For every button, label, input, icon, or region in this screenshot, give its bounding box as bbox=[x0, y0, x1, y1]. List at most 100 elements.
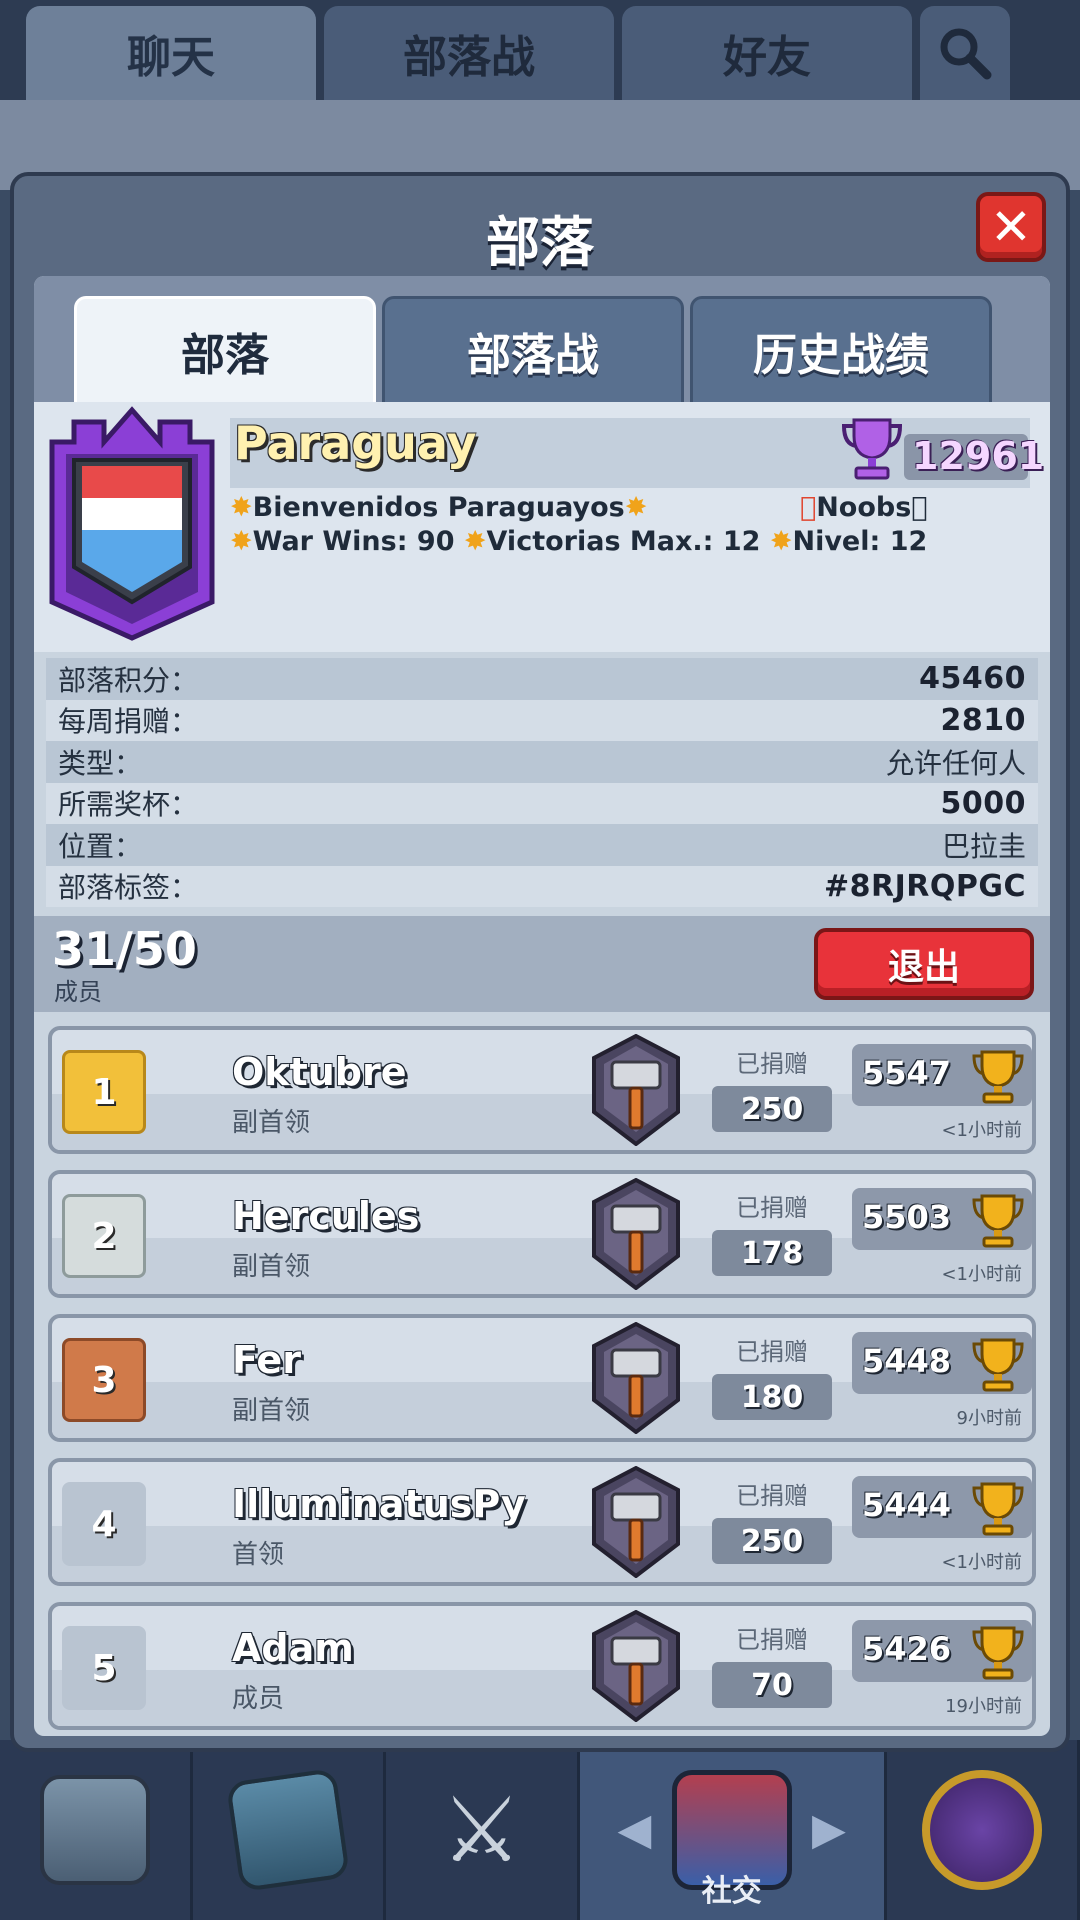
member-row-4[interactable]: 4 IlluminatusPy 首领 已捐赠 250 5444 <1小时前 bbox=[48, 1458, 1036, 1586]
nav-cards[interactable] bbox=[193, 1740, 387, 1920]
member-last-seen: 19小时前 bbox=[945, 1696, 1022, 1717]
member-trophies: 5448 bbox=[862, 1342, 952, 1380]
trophy-icon bbox=[972, 1050, 1024, 1104]
stat-value: 45460 bbox=[919, 661, 1026, 697]
member-trophies: 5426 bbox=[862, 1630, 952, 1668]
clan-stats: 部落积分： 45460 每周捐赠： 2810 类型： 允许任何人 所需奖杯： 5… bbox=[46, 658, 1038, 907]
stat-label: 部落积分： bbox=[58, 663, 199, 697]
stat-row-required-trophies: 所需奖杯： 5000 bbox=[46, 782, 1038, 824]
star-icon: ✸ bbox=[463, 526, 487, 557]
member-name: IlluminatusPy bbox=[232, 1482, 526, 1526]
clan-desc-war-wins: War Wins: 90 bbox=[252, 526, 455, 557]
member-row-2[interactable]: 2 Hercules 副首领 已捐赠 178 5503 <1小时前 bbox=[48, 1170, 1036, 1298]
stat-label: 所需奖杯： bbox=[58, 788, 199, 822]
trophy-icon bbox=[842, 418, 902, 480]
tab-friends[interactable]: 好友 bbox=[622, 6, 912, 100]
prohibited-icon: ⃠ bbox=[800, 492, 817, 523]
tab-clan-war-inner[interactable]: 部落战 bbox=[382, 296, 684, 402]
crossed-swords-icon: ⚔ bbox=[441, 1777, 522, 1883]
donated-count: 70 bbox=[712, 1662, 832, 1708]
nav-social[interactable]: ◀ ▶ 社交 bbox=[579, 1740, 887, 1920]
hammer-icon bbox=[592, 1610, 680, 1722]
donated-count: 250 bbox=[712, 1086, 832, 1132]
clan-name: Paraguay bbox=[234, 416, 477, 470]
member-rank: 4 bbox=[62, 1482, 146, 1566]
member-rank: 1 bbox=[62, 1050, 146, 1134]
member-role: 首领 bbox=[232, 1540, 285, 1570]
stat-value: 2810 bbox=[940, 702, 1026, 738]
hammer-icon bbox=[592, 1034, 680, 1146]
stat-value: 允许任何人 bbox=[885, 746, 1026, 780]
clan-trophy-count: 12961 bbox=[912, 434, 1045, 478]
arrow-right-icon[interactable]: ▶ bbox=[812, 1804, 846, 1855]
member-row-5[interactable]: 5 Adam 成员 已捐赠 70 5426 19小时前 bbox=[48, 1602, 1036, 1730]
close-icon: ✕ bbox=[990, 198, 1032, 256]
member-name: Hercules bbox=[232, 1194, 420, 1238]
nav-shop[interactable] bbox=[0, 1740, 194, 1920]
clan-description-line-1: ✸Bienvenidos Paraguayos✸ ⃠Noobs⃠ bbox=[230, 492, 1030, 523]
member-row-3[interactable]: 3 Fer 副首领 已捐赠 180 5448 9小时前 bbox=[48, 1314, 1036, 1442]
search-button[interactable] bbox=[920, 6, 1010, 100]
leave-clan-button[interactable]: 退出 bbox=[814, 928, 1034, 1000]
member-role: 成员 bbox=[232, 1684, 285, 1714]
donated-label: 已捐赠 bbox=[736, 1338, 808, 1366]
stat-value: 巴拉圭 bbox=[941, 829, 1026, 863]
stat-label: 每周捐赠： bbox=[58, 705, 199, 739]
modal-content: 部落 部落战 历史战绩 Paraguay 12961 ✸Bienvenidos … bbox=[34, 276, 1050, 1736]
donated-count: 250 bbox=[712, 1518, 832, 1564]
stat-label: 位置： bbox=[58, 829, 143, 863]
donated-label: 已捐赠 bbox=[736, 1482, 808, 1510]
member-trophies: 5547 bbox=[862, 1054, 952, 1092]
clan-desc-noobs: Noobs bbox=[816, 492, 928, 523]
stat-row-weekly-donations: 每周捐赠： 2810 bbox=[46, 699, 1038, 741]
chest-icon bbox=[40, 1775, 151, 1885]
tab-clan-info[interactable]: 部落 bbox=[74, 296, 376, 402]
star-icon: ✸ bbox=[230, 526, 253, 557]
clan-description-line-2: ✸War Wins: 90 ✸Victorias Max.: 12 ✸Nivel… bbox=[230, 526, 927, 557]
clan-badge-icon bbox=[49, 406, 215, 641]
hammer-icon bbox=[592, 1178, 680, 1290]
member-last-seen: <1小时前 bbox=[941, 1552, 1022, 1573]
clan-desc-victorias: Victorias Max.: 12 bbox=[486, 526, 761, 557]
tab-war-history[interactable]: 历史战绩 bbox=[690, 296, 992, 402]
close-button[interactable]: ✕ bbox=[976, 192, 1046, 262]
hammer-icon bbox=[592, 1466, 680, 1578]
stat-row-type: 类型： 允许任何人 bbox=[46, 741, 1038, 783]
clan-tabs: 部落 部落战 历史战绩 bbox=[34, 276, 1050, 402]
nav-battle[interactable]: ⚔ bbox=[386, 1740, 580, 1920]
member-row-1[interactable]: 1 Oktubre 副首领 已捐赠 250 5547 <1小时前 bbox=[48, 1026, 1036, 1154]
modal-title: 部落 bbox=[486, 211, 594, 274]
stat-value[interactable]: #8RJRQPGC bbox=[824, 869, 1026, 904]
tab-clan-war[interactable]: 部落战 bbox=[324, 6, 614, 100]
member-role: 副首领 bbox=[232, 1108, 311, 1138]
stat-row-clan-score: 部落积分： 45460 bbox=[46, 658, 1038, 700]
nav-events[interactable] bbox=[887, 1740, 1080, 1920]
member-rank: 3 bbox=[62, 1338, 146, 1422]
member-role: 副首领 bbox=[232, 1252, 311, 1282]
trophy-icon bbox=[972, 1338, 1024, 1392]
member-rank: 2 bbox=[62, 1194, 146, 1278]
search-icon bbox=[940, 28, 992, 80]
stat-value: 5000 bbox=[940, 785, 1026, 821]
member-role: 副首领 bbox=[232, 1396, 311, 1426]
clan-header: Paraguay 12961 ✸Bienvenidos Paraguayos✸ … bbox=[34, 402, 1050, 652]
clan-modal: 部落 ✕ 部落 部落战 历史战绩 Paraguay 12961 ✸Bienven… bbox=[10, 172, 1070, 1752]
members-header: 31/50 成员 退出 bbox=[34, 916, 1050, 1012]
stat-row-location: 位置： 巴拉圭 bbox=[46, 824, 1038, 866]
clan-desc-noobs-wrap: ⃠Noobs⃠ bbox=[800, 492, 928, 523]
clan-desc-nivel: Nivel: 12 bbox=[792, 526, 928, 557]
star-icon: ✸ bbox=[769, 526, 793, 557]
member-trophies: 5444 bbox=[862, 1486, 952, 1524]
trophy-icon bbox=[972, 1194, 1024, 1248]
arrow-left-icon[interactable]: ◀ bbox=[618, 1804, 652, 1855]
member-trophies: 5503 bbox=[862, 1198, 952, 1236]
hammer-icon bbox=[592, 1322, 680, 1434]
trophy-icon bbox=[972, 1482, 1024, 1536]
nav-social-label: 社交 bbox=[701, 1874, 762, 1909]
member-name: Adam bbox=[232, 1626, 354, 1670]
member-last-seen: 9小时前 bbox=[956, 1408, 1022, 1429]
stat-label: 类型： bbox=[58, 746, 143, 780]
tab-chat[interactable]: 聊天 bbox=[26, 6, 316, 100]
stat-row-clan-tag: 部落标签： #8RJRQPGC bbox=[46, 865, 1038, 907]
member-last-seen: <1小时前 bbox=[941, 1120, 1022, 1141]
